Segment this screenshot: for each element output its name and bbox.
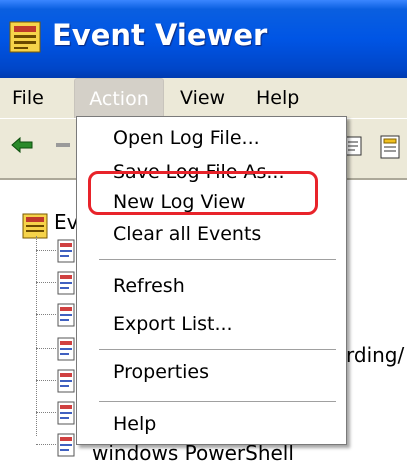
log-icon	[57, 239, 75, 263]
log-icon	[57, 433, 75, 457]
tree-root-label[interactable]: Ev	[54, 210, 78, 234]
menu-bar: File Action View Help	[0, 78, 407, 118]
event-viewer-root-icon	[22, 213, 48, 239]
menu-separator	[99, 401, 336, 402]
properties-icon[interactable]	[378, 133, 404, 161]
menu-separator	[99, 259, 336, 260]
tree-node-label-partial[interactable]: rding/	[346, 343, 404, 367]
action-menu: Open Log File... Save Log File As... New…	[76, 116, 347, 445]
log-icon	[57, 271, 75, 295]
menu-item-export-list[interactable]: Export List...	[77, 307, 346, 341]
forward-arrow-icon[interactable]	[56, 141, 70, 149]
back-arrow-icon[interactable]	[10, 135, 34, 155]
menu-action[interactable]: Action	[74, 78, 164, 118]
log-icon	[57, 401, 75, 425]
log-icon	[57, 369, 75, 393]
menu-item-properties[interactable]: Properties	[77, 355, 346, 389]
menu-item-open-log-file[interactable]: Open Log File...	[77, 121, 346, 155]
menu-help[interactable]: Help	[256, 78, 299, 118]
log-icon	[57, 337, 75, 361]
title-bar: Event Viewer	[0, 0, 407, 78]
event-viewer-icon	[9, 21, 41, 53]
menu-view[interactable]: View	[180, 78, 225, 118]
log-icon	[57, 303, 75, 327]
menu-item-clear-all-events[interactable]: Clear all Events	[77, 217, 346, 251]
menu-item-refresh[interactable]: Refresh	[77, 269, 346, 303]
menu-file[interactable]: File	[12, 78, 44, 118]
tree-connector	[36, 236, 37, 436]
highlight-annotation	[88, 171, 318, 215]
window-title: Event Viewer	[52, 18, 268, 52]
menu-separator	[99, 349, 336, 350]
menu-item-help[interactable]: Help	[77, 407, 346, 441]
